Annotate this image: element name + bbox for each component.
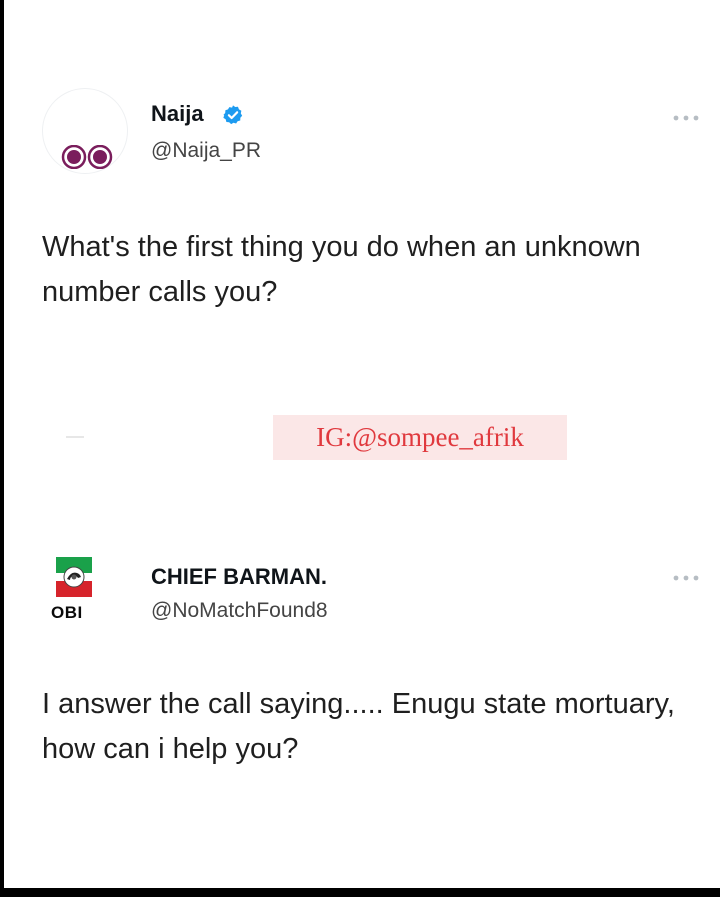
more-options-icon[interactable] [672, 573, 700, 583]
tweet-text: What's the first thing you do when an un… [42, 231, 641, 308]
screenshot-page: Naija @Naija_PR What's the first thing y… [4, 0, 720, 888]
divider [66, 436, 84, 438]
display-name[interactable]: CHIEF BARMAN. [151, 564, 327, 590]
display-name[interactable]: Naija [151, 101, 204, 127]
watermark: IG:@sompee_afrik [273, 415, 567, 460]
handle[interactable]: @Naija_PR [151, 139, 261, 163]
avatar[interactable]: OBI [42, 547, 128, 633]
avatar-label: OBI [51, 603, 83, 622]
more-options-icon[interactable] [672, 113, 700, 123]
tweet-text: I answer the call saying..... Enugu stat… [42, 688, 675, 765]
handle[interactable]: @NoMatchFound8 [151, 599, 328, 623]
party-logo-icon [54, 555, 94, 599]
verified-badge-icon [223, 105, 243, 125]
eyes-icon [61, 145, 113, 169]
avatar[interactable] [42, 88, 128, 174]
